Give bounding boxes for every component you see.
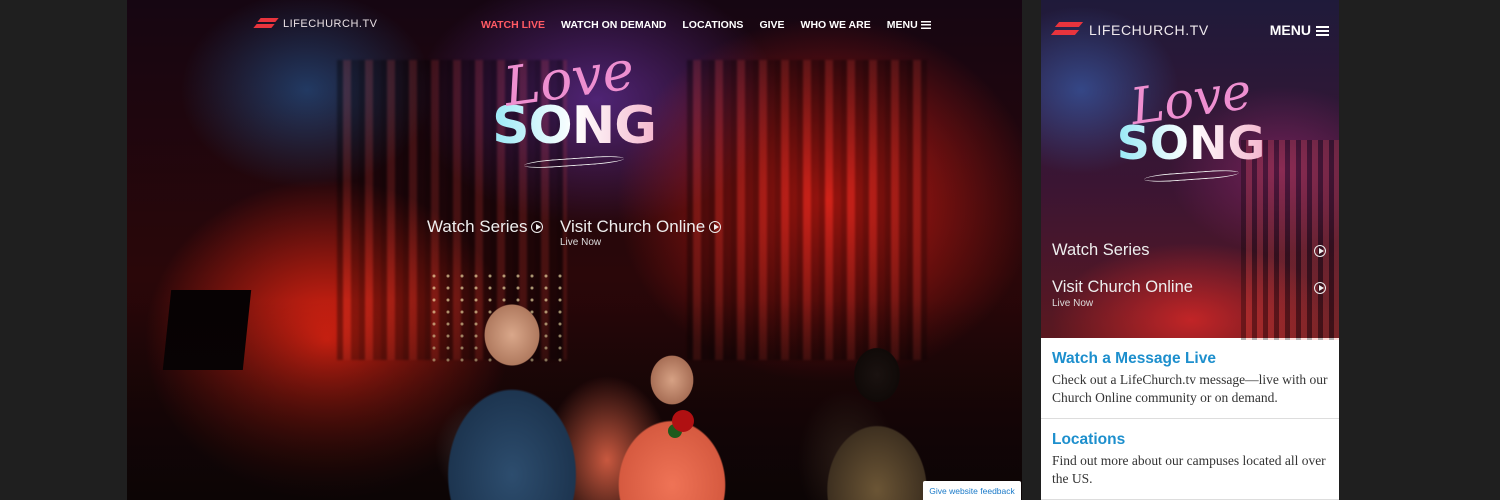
watch-series-link[interactable]: Watch Series <box>427 217 544 237</box>
live-now-label: Live Now <box>1052 298 1094 309</box>
card-body: Find out more about our campuses located… <box>1052 453 1326 486</box>
desktop-nav: WATCH LIVE WATCH ON DEMAND LOCATIONS GIV… <box>481 19 931 31</box>
play-circle-icon <box>709 221 722 233</box>
menu-label: MENU <box>1269 22 1311 38</box>
visit-church-online-link[interactable]: Visit Church Online <box>1052 278 1328 297</box>
visit-church-online-label: Visit Church Online <box>1052 278 1193 296</box>
watch-series-label: Watch Series <box>1052 241 1150 259</box>
music-staff-icon <box>1143 168 1239 184</box>
man-figure <box>427 285 597 500</box>
watch-series-link[interactable]: Watch Series <box>1052 241 1328 260</box>
hamburger-icon <box>1316 26 1329 36</box>
music-staff-icon <box>523 154 625 170</box>
nav-give[interactable]: GIVE <box>759 19 784 31</box>
mobile-screenshot: LIFECHURCH.TV MENU Love SONG Watch Serie… <box>1041 0 1339 500</box>
live-now-label: Live Now <box>560 237 602 248</box>
watch-series-label: Watch Series <box>427 217 528 236</box>
card-title: Locations <box>1052 431 1126 448</box>
mobile-hero: LIFECHURCH.TV MENU Love SONG Watch Serie… <box>1041 0 1339 340</box>
visit-church-online-link[interactable]: Visit Church Online <box>560 217 722 237</box>
nav-locations[interactable]: LOCATIONS <box>682 19 743 31</box>
desktop-logo[interactable]: LIFECHURCH.TV <box>255 18 378 30</box>
play-circle-icon <box>531 221 544 233</box>
series-title-art: Love SONG <box>484 38 664 170</box>
mobile-menu-button[interactable]: MENU <box>1270 22 1329 38</box>
visit-church-online-label: Visit Church Online <box>560 217 706 236</box>
card-title: Watch a Message Live <box>1052 350 1216 367</box>
nav-watch-live[interactable]: WATCH LIVE <box>481 19 545 31</box>
play-circle-icon <box>1314 245 1326 257</box>
desktop-screenshot: LIFECHURCH.TV WATCH LIVE WATCH ON DEMAND… <box>127 0 1022 500</box>
card-body: Check out a LifeChurch.tv message—live w… <box>1052 372 1328 405</box>
lifechurch-logo-icon <box>1053 22 1083 38</box>
nav-menu[interactable]: MENU <box>887 19 931 31</box>
mobile-logo[interactable]: LIFECHURCH.TV <box>1053 22 1209 38</box>
rose-icon <box>672 410 694 432</box>
background-man-figure <box>807 340 947 500</box>
card-watch-message-live[interactable]: Watch a Message Live Check out a LifeChu… <box>1041 338 1339 419</box>
card-locations[interactable]: Locations Find out more about our campus… <box>1041 419 1339 500</box>
lifechurch-logo-icon <box>255 18 277 30</box>
play-circle-icon <box>1314 282 1326 294</box>
nav-who-we-are[interactable]: WHO WE ARE <box>801 19 871 31</box>
logo-text: LIFECHURCH.TV <box>283 18 378 30</box>
nav-watch-on-demand[interactable]: WATCH ON DEMAND <box>561 19 666 31</box>
hamburger-icon <box>920 21 931 29</box>
series-title-art: Love SONG <box>1111 62 1271 184</box>
feedback-button[interactable]: Give website feedback <box>923 481 1021 500</box>
logo-text: LIFECHURCH.TV <box>1089 22 1209 38</box>
nav-menu-label: MENU <box>886 19 918 31</box>
